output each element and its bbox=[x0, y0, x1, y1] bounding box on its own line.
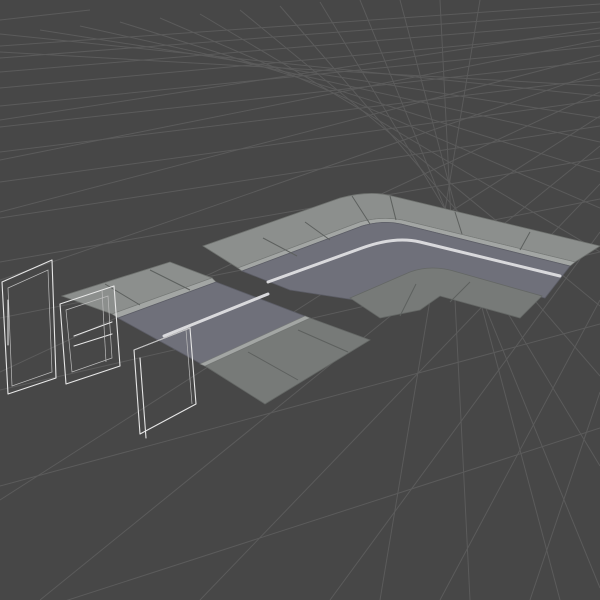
grid-line bbox=[0, 27, 600, 121]
grid-line bbox=[0, 11, 600, 59]
frame-1-inner bbox=[7, 269, 53, 387]
frame-2-crossbar bbox=[73, 333, 113, 347]
grid-line bbox=[0, 39, 600, 161]
grid-line bbox=[0, 45, 600, 107]
grid-line bbox=[0, 51, 600, 87]
frame-2-crossbar bbox=[73, 321, 113, 337]
grid-line bbox=[0, 32, 600, 89]
wireframe-frame-1[interactable] bbox=[1, 259, 57, 395]
grid-line bbox=[439, 299, 600, 600]
viewport-canvas[interactable] bbox=[0, 0, 600, 600]
frame-3-post bbox=[139, 357, 147, 439]
frame-1-outline bbox=[1, 259, 57, 395]
3d-viewport[interactable] bbox=[0, 0, 600, 600]
road-corner-tile[interactable] bbox=[202, 193, 600, 319]
grid-line bbox=[0, 9, 91, 21]
grid-line bbox=[529, 391, 600, 600]
grid-line bbox=[66, 427, 600, 600]
grid-line bbox=[39, 29, 600, 119]
grid-line bbox=[0, 125, 600, 219]
